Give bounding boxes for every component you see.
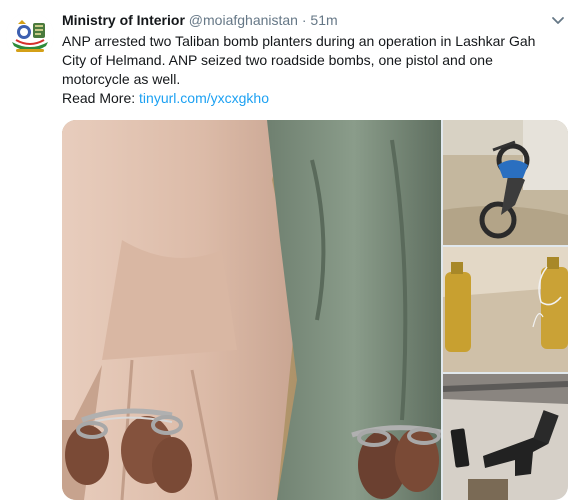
author-name[interactable]: Ministry of Interior: [62, 12, 185, 28]
timestamp[interactable]: 51m: [310, 12, 337, 28]
photo-pistol[interactable]: [443, 374, 568, 500]
tweet-header: Ministry of Interior @moiafghanistan · 5…: [62, 11, 538, 29]
chevron-down-icon[interactable]: [550, 12, 566, 28]
photo-roadside-bomb-containers[interactable]: [443, 247, 568, 372]
photo-motorcycle[interactable]: [443, 120, 568, 245]
separator-dot: ·: [301, 12, 307, 28]
photo-handcuffed-suspects[interactable]: [62, 120, 441, 500]
read-more-label: Read More:: [62, 90, 136, 106]
media-grid: [62, 120, 568, 500]
author-handle[interactable]: @moiafghanistan: [189, 12, 298, 28]
tweet-body-text: ANP arrested two Taliban bomb planters d…: [62, 33, 536, 87]
ministry-logo-icon[interactable]: [6, 12, 54, 60]
read-more-line: Read More: tinyurl.com/yxcxgkho: [62, 89, 560, 108]
tweet: Ministry of Interior @moiafghanistan · 5…: [0, 0, 574, 501]
tweet-link[interactable]: tinyurl.com/yxcxgkho: [139, 90, 269, 106]
tweet-text: ANP arrested two Taliban bomb planters d…: [62, 32, 560, 108]
